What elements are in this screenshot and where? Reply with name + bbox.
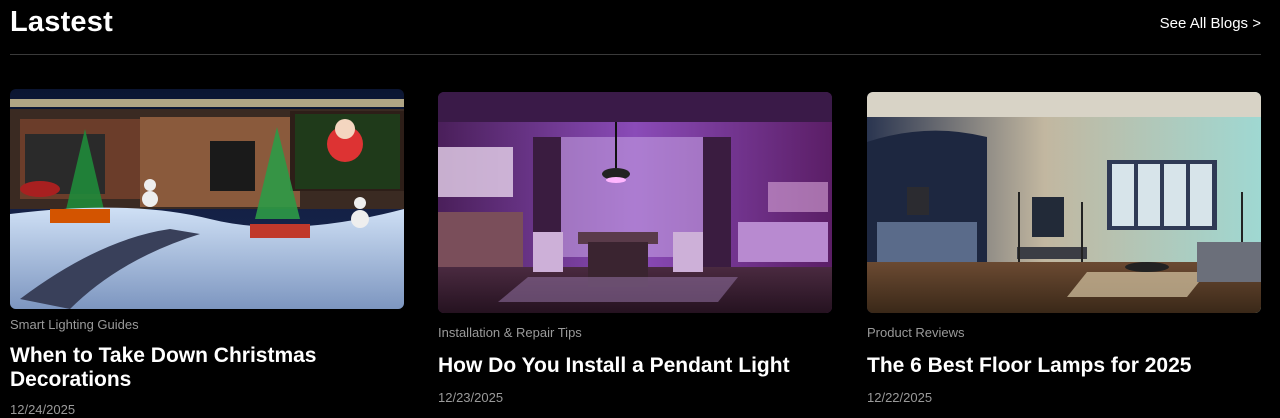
blog-card-date: 12/23/2025 <box>438 390 504 405</box>
blog-card-category: Installation & Repair Tips <box>438 325 582 340</box>
blog-card-title[interactable]: When to Take Down Christmas Decorations <box>10 344 404 392</box>
blog-card-pendant-light[interactable]: Installation & Repair Tips How Do You In… <box>438 92 832 405</box>
blog-card-category: Product Reviews <box>867 325 965 340</box>
blog-card-date: 12/24/2025 <box>10 402 76 417</box>
blog-card-image[interactable] <box>867 92 1261 313</box>
blog-card-floor-lamps[interactable]: Product Reviews The 6 Best Floor Lamps f… <box>867 92 1261 405</box>
blog-card-date: 12/22/2025 <box>867 390 933 405</box>
section-header: Lastest See All Blogs > <box>10 0 1261 55</box>
blog-card-christmas[interactable]: Smart Lighting Guides When to Take Down … <box>10 89 404 417</box>
see-all-blogs-link[interactable]: See All Blogs > <box>1160 15 1261 32</box>
blog-card-image[interactable] <box>10 89 404 309</box>
section-title: Lastest <box>10 6 113 38</box>
blog-card-category: Smart Lighting Guides <box>10 317 139 332</box>
blog-card-image[interactable] <box>438 92 832 313</box>
blog-card-title[interactable]: How Do You Install a Pendant Light <box>438 354 832 378</box>
blog-card-title[interactable]: The 6 Best Floor Lamps for 2025 <box>867 354 1261 378</box>
